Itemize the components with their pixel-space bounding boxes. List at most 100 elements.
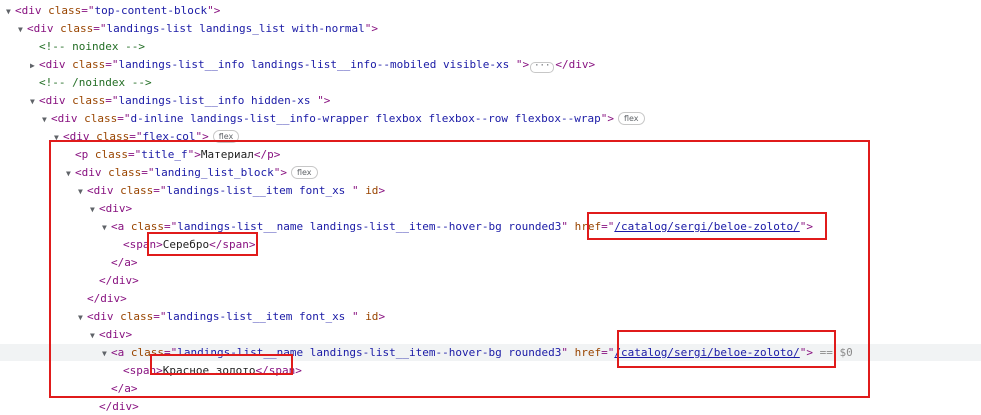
markup-token: <div> [99,328,133,341]
markup-token: class [72,58,106,71]
markup-token: <!-- noindex --> [39,40,145,53]
markup-token: href [574,346,602,359]
markup-token: id [365,310,379,323]
markup-token: Красное золото [162,364,256,377]
collapse-triangle-icon[interactable]: ▼ [90,327,99,344]
markup-token: =" [81,4,95,17]
markup-token: <div [87,310,121,323]
markup-token: =" [153,310,167,323]
markup-token: landings-list__name landings-list__item-… [177,220,562,233]
markup-token: </p> [253,148,281,161]
markup-token: <div [27,22,61,35]
markup-token: d-inline landings-list__info-wrapper fle… [130,112,601,125]
markup-token: </span> [209,238,256,251]
markup-token: </a> [111,256,138,269]
markup-token: </span> [255,364,302,377]
markup-token: Материал [200,148,254,161]
markup-token: "> [273,166,287,179]
dom-node-line[interactable]: </div> [0,398,981,415]
collapse-triangle-icon[interactable]: ▼ [18,21,27,38]
markup-token: Серебро [162,238,210,251]
markup-token: </div> [99,400,139,413]
markup-token: <div [39,94,73,107]
collapse-triangle-icon[interactable]: ▼ [66,165,75,182]
markup-token: <div [51,112,85,125]
markup-token: class [130,346,164,359]
markup-token: "> [207,4,221,17]
markup-token: top-content-block [94,4,208,17]
dom-node-line[interactable]: ▼ <div class="landings-list landings_list… [0,20,981,37]
ellipsis-expand-button[interactable]: ··· [530,62,555,73]
href-link[interactable]: /catalog/sergi/beloe-zoloto/ [614,346,799,359]
markup-token: <p [75,148,95,161]
markup-token: <div [87,184,121,197]
dom-node-line[interactable]: ▼ <div class="top-content-block"> [0,2,981,19]
markup-token: title_f [141,148,188,161]
markup-token: <div [15,4,49,17]
dom-node-line[interactable]: <span>Серебро</span> [0,236,981,253]
markup-token: <div [75,166,109,179]
markup-token: =" [153,184,167,197]
dom-node-line[interactable]: <span>Красное золото</span> [0,362,981,379]
dom-node-line[interactable]: </div> [0,290,981,307]
href-link[interactable]: /catalog/sergi/beloe-zoloto/ [614,220,799,233]
flex-badge[interactable]: flex [617,112,645,125]
collapse-triangle-icon[interactable]: ▼ [78,309,87,326]
expand-triangle-icon[interactable]: ▶ [30,57,39,74]
collapse-triangle-icon[interactable]: ▼ [78,183,87,200]
dom-node-line[interactable]: </a> [0,380,981,397]
collapse-triangle-icon[interactable]: ▼ [90,201,99,218]
markup-token: landings-list landings_list with-normal [106,22,365,35]
markup-token: </a> [111,382,138,395]
dom-node-line[interactable]: </div> [0,272,981,289]
dom-node-line[interactable]: <!-- /noindex --> [0,74,981,91]
collapse-triangle-icon[interactable]: ▼ [102,345,111,362]
markup-token: class [60,22,94,35]
markup-token: class [120,310,154,323]
flex-badge[interactable]: flex [290,166,318,179]
markup-token: =" [128,148,142,161]
collapse-triangle-icon[interactable]: ▼ [6,3,15,20]
markup-token: =" [129,130,143,143]
dom-node-line[interactable]: ▼ <a class="landings-list__name landings-… [0,218,981,235]
dom-node-line[interactable]: ▼ <div> [0,200,981,217]
selected-node-marker: == $0 [813,346,853,359]
collapse-triangle-icon[interactable]: ▼ [30,93,39,110]
markup-token: =" [164,346,178,359]
markup-token: </div> [555,58,596,71]
dom-node-line[interactable]: <!-- noindex --> [0,38,981,55]
dom-node-line[interactable]: </a> [0,254,981,271]
dom-node-line[interactable]: ▼ <div class="landings-list__item font_xs… [0,308,981,325]
markup-token: landing_list_block [154,166,274,179]
markup-token: </div> [99,274,139,287]
markup-token: =" [105,94,119,107]
markup-token: "> [317,94,331,107]
markup-token: class [72,94,106,107]
dom-node-line[interactable]: ▼ <a class="landings-list__name landings-… [0,344,981,361]
dom-node-line[interactable]: ▼ <div> [0,326,981,343]
markup-token: "> [364,22,379,35]
markup-token: <a [111,346,131,359]
collapse-triangle-icon[interactable]: ▼ [54,129,63,146]
markup-token: class [96,130,130,143]
markup-token: landings-list__info hidden-xs [118,94,318,107]
dom-node-line[interactable]: ▼ <div class="landings-list__item font_xs… [0,182,981,199]
flex-badge[interactable]: flex [212,130,240,143]
markup-token: "> [600,112,614,125]
markup-token: <span> [123,238,163,251]
markup-token: > [378,184,386,197]
dom-node-line[interactable]: ▼ <div class="landing_list_block"> flex [0,164,981,181]
markup-token: " [351,310,366,323]
markup-token: <div [39,58,73,71]
dom-node-line[interactable]: ▼ <div class="d-inline landings-list__inf… [0,110,981,127]
markup-token: <div> [99,202,133,215]
markup-token: href [574,220,602,233]
markup-token: " [351,184,366,197]
dom-node-line[interactable]: ▼ <div class="flex-col"> flex [0,128,981,145]
dom-node-line[interactable]: ▼ <div class="landings-list__info hidden-… [0,92,981,109]
markup-token: </div> [87,292,127,305]
collapse-triangle-icon[interactable]: ▼ [102,219,111,236]
dom-node-line[interactable]: <p class="title_f">Материал</p> [0,146,981,163]
dom-node-line[interactable]: ▶ <div class="landings-list__info landing… [0,56,981,73]
collapse-triangle-icon[interactable]: ▼ [42,111,51,128]
